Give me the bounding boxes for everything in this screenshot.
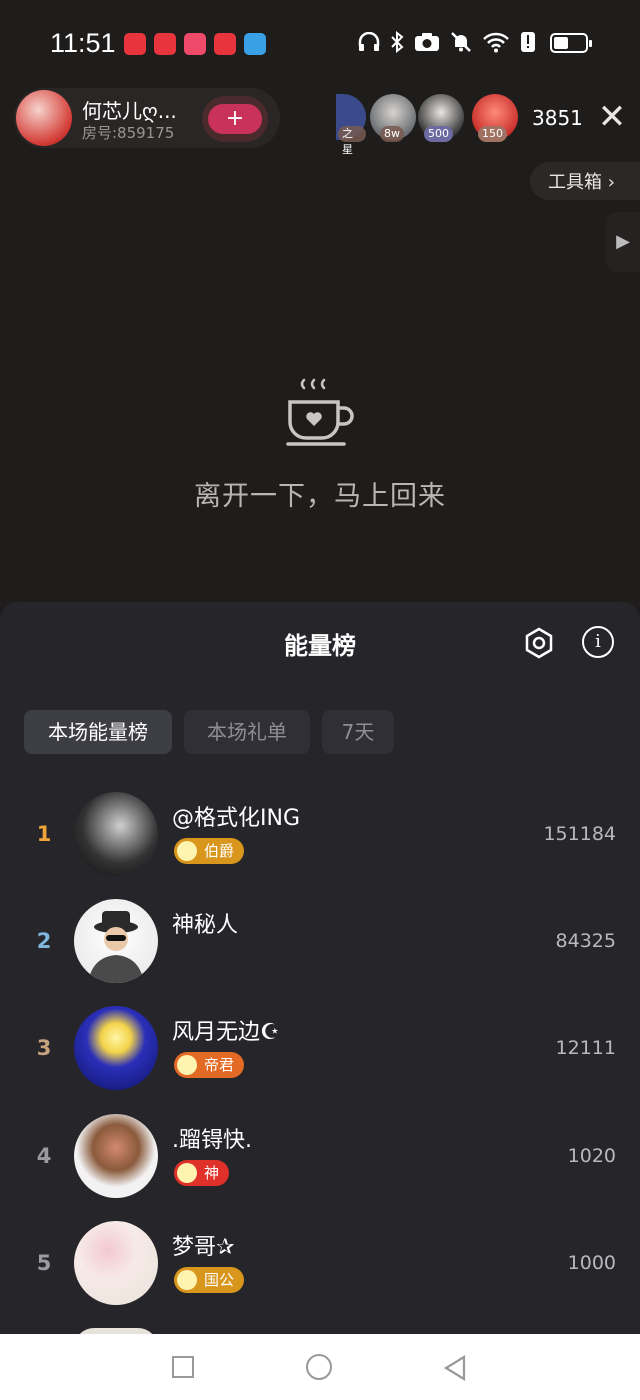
user-name: 梦哥✰	[172, 1235, 235, 1260]
wifi-icon	[482, 31, 510, 58]
tab-current-gifts[interactable]: 本场礼单	[184, 710, 310, 754]
huawei-app-icon	[154, 33, 176, 55]
tab-current-energy[interactable]: 本场能量榜	[24, 710, 172, 754]
status-time: 11:51	[50, 28, 116, 58]
battery-tip	[589, 40, 592, 47]
rank-number: 1	[36, 822, 52, 846]
heart-badge-icon	[177, 1163, 197, 1183]
host-avatar[interactable]	[16, 90, 72, 146]
home-icon[interactable]	[306, 1354, 332, 1380]
rank-number: 5	[36, 1251, 52, 1275]
user-name: 风月无边☪	[172, 1020, 280, 1045]
tab-7-days[interactable]: 7天	[322, 710, 394, 754]
badge-label: 帝君	[204, 1056, 235, 1074]
user-avatar[interactable]	[74, 792, 158, 876]
energy-score: 1000	[567, 1252, 616, 1274]
viewer-badge: 500	[424, 126, 453, 142]
badge-label: 神	[204, 1164, 220, 1182]
alert-icon	[520, 31, 536, 58]
rank-badge: 神	[174, 1160, 230, 1186]
room-id: 房号:859175	[82, 124, 175, 142]
crown-icon	[177, 1270, 197, 1290]
viewer-badge: 150	[478, 126, 507, 142]
rank-number: 2	[36, 929, 52, 953]
bluetooth-icon	[390, 30, 404, 58]
camera-icon	[414, 32, 440, 57]
energy-score: 12111	[555, 1037, 616, 1059]
rank-badge: 国公	[174, 1267, 245, 1293]
user-name: .蹓锝快.	[172, 1128, 252, 1153]
user-name: @格式化ING	[172, 806, 300, 831]
notification-app-icons	[124, 33, 266, 55]
coffee-cup-icon	[284, 376, 356, 448]
energy-score: 1020	[567, 1145, 616, 1167]
energy-score: 151184	[543, 823, 616, 845]
viewer-avatar[interactable]: 500	[418, 94, 464, 142]
badge-label: 伯爵	[204, 842, 235, 860]
rank-number: 3	[36, 1036, 52, 1060]
settings-hexagon-icon[interactable]	[522, 626, 556, 660]
follow-button[interactable]: +	[202, 96, 268, 142]
viewer-badge: 8w	[380, 126, 404, 142]
huawei-app-icon	[124, 33, 146, 55]
toolbox-button[interactable]: 工具箱 ›	[530, 162, 640, 200]
leaderboard-row[interactable]: 1 @格式化ING 伯爵 151184	[0, 792, 640, 892]
battery-icon	[550, 33, 592, 53]
viewer-avatar[interactable]: 150	[472, 94, 518, 142]
status-icons	[358, 30, 536, 58]
user-avatar[interactable]	[74, 1114, 158, 1198]
room-name: 何芯儿ღ...	[82, 99, 177, 123]
viewer-count[interactable]: 3851	[532, 106, 583, 130]
blue-app-icon	[244, 33, 266, 55]
rank-badge: 帝君	[174, 1052, 245, 1078]
headphones-icon	[358, 31, 380, 57]
leaderboard-row[interactable]: 3 风月无边☪ 帝君 12111	[0, 1006, 640, 1106]
away-message: 离开一下，马上回来	[194, 481, 446, 512]
badge-label: 国公	[204, 1271, 235, 1289]
leaderboard-row[interactable]: 2 神秘人 84325	[0, 899, 640, 999]
side-panel-arrow-icon[interactable]: ▶	[606, 212, 640, 272]
leaderboard-row[interactable]: 4 .蹓锝快. 神 1020	[0, 1114, 640, 1214]
red-character-app-icon	[184, 33, 206, 55]
huawei-app-icon	[214, 33, 236, 55]
status-bar: 11:51	[0, 0, 640, 88]
close-icon[interactable]: ✕	[594, 100, 630, 136]
mute-icon	[450, 31, 472, 58]
back-icon[interactable]	[442, 1354, 468, 1382]
rank-badge: 伯爵	[174, 838, 245, 864]
mystery-user-avatar[interactable]	[74, 899, 158, 983]
top-viewers[interactable]: 之星 8w 500 150	[336, 94, 526, 156]
battery-fill	[554, 37, 568, 49]
viewer-avatar[interactable]: 8w	[370, 94, 416, 142]
user-avatar[interactable]	[74, 1221, 158, 1305]
info-icon[interactable]: i	[582, 626, 614, 658]
crown-icon	[177, 1055, 197, 1075]
energy-score: 84325	[555, 930, 616, 952]
recent-apps-icon[interactable]	[172, 1356, 194, 1378]
rank-number: 4	[36, 1144, 52, 1168]
viewer-avatar[interactable]: 之星	[336, 94, 366, 156]
viewer-badge: 之星	[338, 126, 366, 156]
leaderboard-row[interactable]: 5 梦哥✰ 国公 1000	[0, 1221, 640, 1321]
crown-icon	[177, 841, 197, 861]
user-avatar[interactable]	[74, 1006, 158, 1090]
user-name: 神秘人	[172, 913, 239, 938]
heart-plus-icon: +	[208, 104, 262, 134]
